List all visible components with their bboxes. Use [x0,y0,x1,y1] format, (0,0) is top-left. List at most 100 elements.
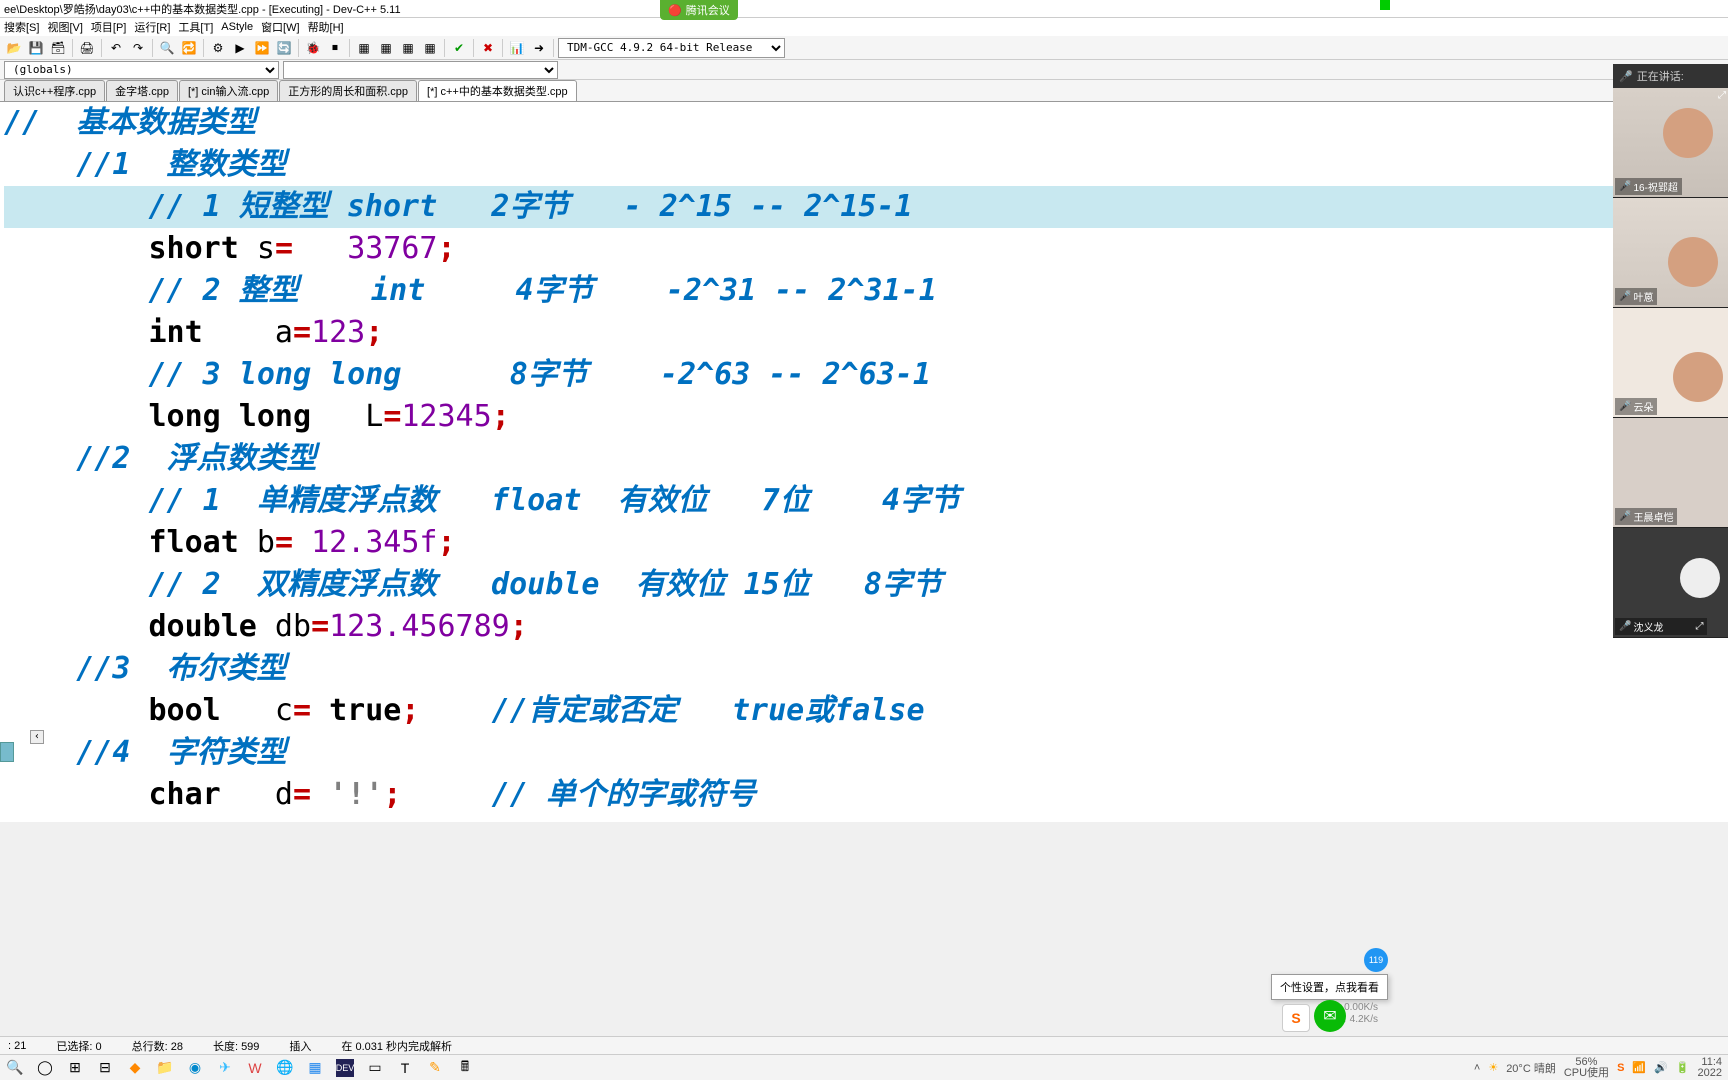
popup-tip[interactable]: 个性设置，点我看看 [1271,974,1388,1000]
rebuild-icon[interactable]: 🔄 [274,38,294,58]
taskview-icon[interactable]: ⊞ [66,1059,84,1077]
save-icon[interactable]: 💾 [26,38,46,58]
chrome-icon[interactable]: 🌐 [276,1059,294,1077]
weather-text: 20°C 晴朗 [1506,1060,1556,1076]
fold-marker[interactable] [0,742,14,762]
separator [553,39,554,57]
menu-tools[interactable]: 工具[T] [178,19,213,35]
tab-0[interactable]: 认识c++程序.cpp [4,80,105,101]
video-tile-2[interactable]: 🎤叶蒽 [1613,198,1728,308]
app2-icon[interactable]: ✈ [216,1059,234,1077]
video-tile-1[interactable]: ⤢ 🎤16-祝郢超 [1613,88,1728,198]
stop-icon[interactable]: ⏹ [325,38,345,58]
menu-help[interactable]: 帮助[H] [308,19,344,35]
menu-astyle[interactable]: AStyle [221,21,253,33]
clock-date: 2022 [1698,1067,1722,1079]
status-total: 总行数: 28 [132,1038,183,1054]
status-line: : 21 [8,1040,26,1052]
find-icon[interactable]: 🔍 [157,38,177,58]
tray-bat-icon[interactable]: 🔋 [1676,1061,1690,1074]
status-length: 长度: 599 [213,1038,259,1054]
video-tile-3[interactable]: 🎤云朵 [1613,308,1728,418]
edge-icon[interactable]: ◉ [186,1059,204,1077]
tray-net-icon[interactable]: 📶 [1632,1061,1646,1074]
green-indicator [1380,0,1390,10]
grid3-icon[interactable]: ▦ [398,38,418,58]
wechat-icon[interactable]: ✉ [1314,1000,1346,1032]
separator [502,39,503,57]
chart-icon[interactable]: 📊 [507,38,527,58]
redo-icon[interactable]: ↷ [128,38,148,58]
compiler-select[interactable]: TDM-GCC 4.9.2 64-bit Release [558,38,785,58]
check-icon[interactable]: ✔ [449,38,469,58]
globals-select[interactable]: (globals) [4,61,279,79]
meeting-icon: 🔴 [668,4,682,17]
calc-icon[interactable]: 🖩 [456,1059,474,1077]
text-icon[interactable]: T [396,1059,414,1077]
expand-icon[interactable]: ⤢ [1695,621,1703,632]
comment: // 2 双精度浮点数 double 有效位 15位 8字节 [4,567,942,602]
fold-left-icon[interactable]: ‹ [30,730,44,744]
tray-expand-icon[interactable]: ˄ [1474,1062,1480,1074]
devcpp-icon[interactable]: DEV [336,1059,354,1077]
compile-run-icon[interactable]: ⏩ [252,38,272,58]
print-icon[interactable]: 🖨 [77,38,97,58]
grid4-icon[interactable]: ▦ [420,38,440,58]
members-select[interactable] [283,61,558,79]
compile-icon[interactable]: ⚙ [208,38,228,58]
tab-2[interactable]: [*] cin输入流.cpp [179,80,278,101]
cpu-label: CPU使用 [1564,1067,1609,1079]
grid1-icon[interactable]: ▦ [354,38,374,58]
menu-run[interactable]: 运行[R] [134,19,170,35]
run-icon[interactable]: ▶ [230,38,250,58]
participant-face [1668,237,1718,287]
start-icon[interactable]: ◯ [36,1059,54,1077]
tab-4[interactable]: [*] c++中的基本数据类型.cpp [418,80,577,101]
search-icon[interactable]: 🔍 [6,1059,24,1077]
open-icon[interactable]: 📂 [4,38,24,58]
tray-ime-icon[interactable]: S [1617,1062,1624,1074]
tray-vol-icon[interactable]: 🔊 [1654,1061,1668,1074]
grid2-icon[interactable]: ▦ [376,38,396,58]
goto-icon[interactable]: ➜ [529,38,549,58]
code-editor[interactable]: // 基本数据类型 //1 整数类型 // 1 短整型 short 2字节 - … [0,102,1728,822]
sogou-ime-icon[interactable]: S [1282,1004,1310,1032]
mute-icon: 🎤 [1619,181,1631,192]
menu-project[interactable]: 项目[P] [91,19,126,35]
window-title: ee\Desktop\罗皓扬\day03\c++中的基本数据类型.cpp - [… [4,1,401,17]
wps-icon[interactable]: W [246,1059,264,1077]
notification-badge[interactable]: 119 [1364,948,1388,972]
comment: //4 字符类型 [4,735,287,770]
taskbar: 🔍 ◯ ⊞ ⊟ ◆ 📁 ◉ ✈ W 🌐 ▦ DEV ▭ T ✎ 🖩 ˄ ☀ 20… [0,1054,1728,1080]
globals-row: (globals) [0,60,1728,80]
expand-icon[interactable]: ⤢ [1718,90,1726,101]
menu-bar: 搜索[S] 视图[V] 项目[P] 运行[R] 工具[T] AStyle 窗口[… [0,18,1728,36]
tab-1[interactable]: 金字塔.cpp [106,80,178,101]
toolbar: 📂 💾 🗃 🖨 ↶ ↷ 🔍 🔁 ⚙ ▶ ⏩ 🔄 🐞 ⏹ ▦ ▦ ▦ ▦ ✔ ✖ … [0,36,1728,60]
video-tile-5[interactable]: 🎤沈义龙⤢ [1613,528,1728,638]
tab-3[interactable]: 正方形的周长和面积.cpp [279,80,417,101]
mute-icon: 🎤 [1619,621,1631,632]
cancel-icon[interactable]: ✖ [478,38,498,58]
video-tile-4[interactable]: 🎤王晨卓恺 [1613,418,1728,528]
menu-view[interactable]: 视图[V] [47,19,82,35]
undo-icon[interactable]: ↶ [106,38,126,58]
status-sel: 已选择: 0 [56,1038,101,1054]
explorer-icon[interactable]: 📁 [156,1059,174,1077]
menu-window[interactable]: 窗口[W] [261,19,300,35]
replace-icon[interactable]: 🔁 [179,38,199,58]
debug-icon[interactable]: 🐞 [303,38,323,58]
weather-icon[interactable]: ☀ [1488,1061,1498,1074]
app3-icon[interactable]: ▭ [366,1059,384,1077]
separator [473,39,474,57]
meeting-icon[interactable]: ▦ [306,1059,324,1077]
cortana-icon[interactable]: ⊟ [96,1059,114,1077]
mute-icon: 🎤 [1619,401,1631,412]
participant-face [1673,352,1723,402]
video-panel: 🎤 正在讲话: ⤢ 🎤16-祝郢超 🎤叶蒽 🎤云朵 🎤王晨卓恺 🎤沈义龙⤢ [1613,64,1728,638]
app1-icon[interactable]: ◆ [126,1059,144,1077]
saveall-icon[interactable]: 🗃 [48,38,68,58]
app4-icon[interactable]: ✎ [426,1059,444,1077]
menu-search[interactable]: 搜索[S] [4,19,39,35]
meeting-badge[interactable]: 🔴 腾讯会议 [660,0,738,20]
